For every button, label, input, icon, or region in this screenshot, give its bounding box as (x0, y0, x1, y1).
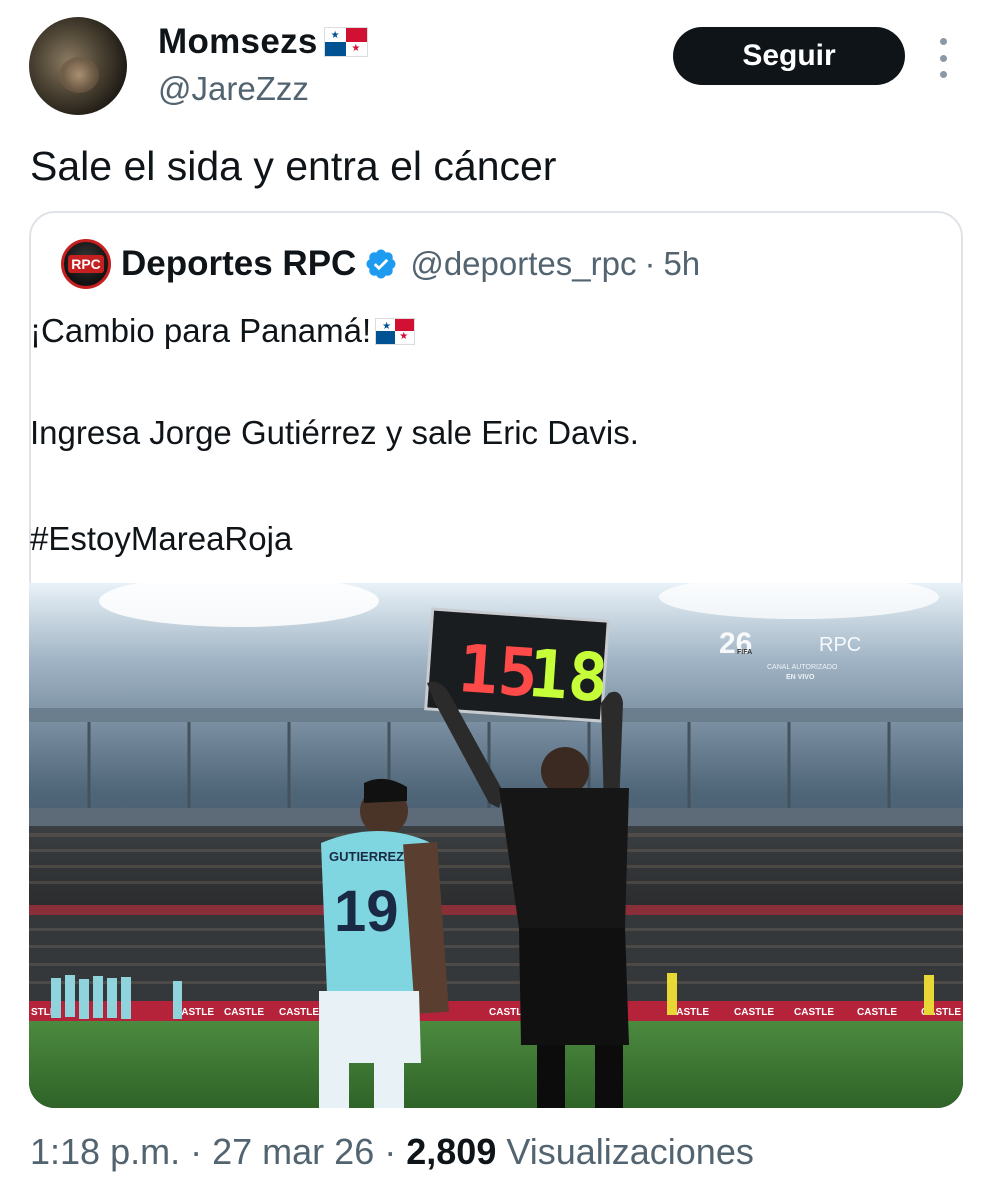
player-name-on-shirt: GUTIERREZ (329, 849, 404, 864)
tweet-time[interactable]: 1:18 p.m. (30, 1131, 180, 1172)
ad-board-8: CASTLE (857, 1007, 897, 1018)
panama-flag-icon: ★ ★ (323, 27, 368, 57)
author-display-name[interactable]: Momsezs ★ ★ (158, 22, 368, 62)
player-number-on-shirt: 19 (334, 879, 399, 944)
verified-badge-icon (366, 249, 396, 279)
rpc-avatar-logo[interactable]: RPC (61, 239, 111, 289)
author-avatar[interactable] (29, 17, 127, 115)
quoted-tweet-image[interactable]: STLE CASTLE CASTLE CASTLE CASTLE CASTLE … (29, 583, 963, 1108)
author-name-text: Momsezs (158, 22, 318, 61)
tweet-header: Momsezs ★ ★ @JareZzz Seguir (0, 0, 992, 130)
broadcast-sub2: EN VIVO (786, 674, 815, 681)
quoted-tweet-header: RPC Deportes RPC @deportes_rpc · 5h (61, 238, 700, 290)
tweet-meta: 1:18 p.m. · 27 mar 26 · 2,809 Visualizac… (30, 1131, 754, 1173)
header-separator: · (644, 245, 656, 282)
ad-board-3: CASTLE (279, 1007, 319, 1018)
views-count[interactable]: 2,809 (406, 1131, 496, 1172)
quoted-author-name[interactable]: Deportes RPC (121, 244, 356, 284)
rpc-logo-text: RPC (68, 255, 104, 273)
meta-separator-2: · (384, 1131, 397, 1172)
quoted-text-line-2: Ingresa Jorge Gutiérrez y sale Eric Davi… (30, 414, 639, 451)
meta-separator-1: · (190, 1131, 203, 1172)
ad-board-6: CASTLE (734, 1007, 774, 1018)
hashtag-link[interactable]: #EstoyMareaRoja (30, 520, 292, 558)
quoted-line-1-text: ¡Cambio para Panamá! (30, 312, 372, 349)
ad-board-2: CASTLE (224, 1007, 264, 1018)
tweet-date[interactable]: 27 mar 26 (212, 1131, 374, 1172)
board-in-number: 18 (526, 635, 611, 717)
follow-button[interactable]: Seguir (673, 27, 905, 85)
quoted-text-line-1: ¡Cambio para Panamá! ★ ★ (30, 312, 416, 350)
broadcast-channel: RPC (819, 634, 861, 656)
ad-board-7: CASTLE (794, 1007, 834, 1018)
broadcast-sub1: CANAL AUTORIZADO (767, 664, 838, 671)
panama-flag-icon: ★ ★ (375, 317, 416, 345)
quoted-author-handle[interactable]: @deportes_rpc (410, 245, 636, 283)
stadium-substitution-photo: STLE CASTLE CASTLE CASTLE CASTLE CASTLE … (29, 583, 963, 1108)
quoted-time-ago[interactable]: 5h (663, 245, 700, 283)
views-label[interactable]: Visualizaciones (506, 1131, 753, 1172)
more-options-icon[interactable] (928, 38, 958, 78)
tweet-text: Sale el sida y entra el cáncer (30, 143, 557, 189)
broadcast-fifa: FIFA (737, 649, 752, 656)
author-handle[interactable]: @JareZzz (158, 70, 309, 108)
